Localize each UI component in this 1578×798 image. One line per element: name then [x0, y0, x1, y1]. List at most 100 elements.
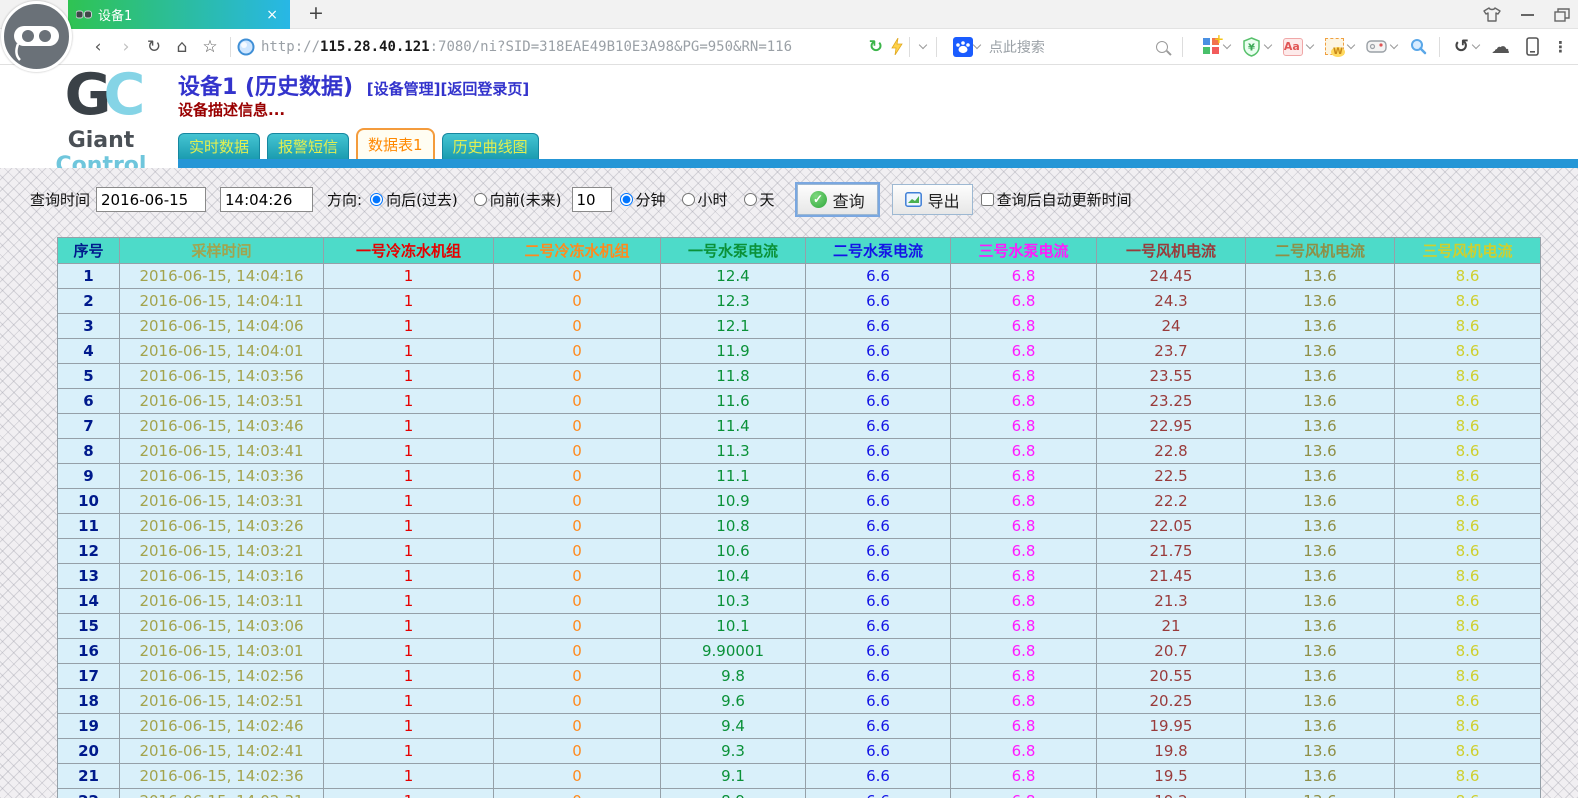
table-cell: 6.8	[951, 664, 1097, 689]
undo-icon[interactable]: ↺	[1454, 36, 1469, 57]
table-cell: 13.6	[1246, 614, 1395, 639]
restore-icon[interactable]	[1554, 8, 1570, 22]
table-cell: 2016-06-15, 14:02:46	[120, 714, 324, 739]
tab-realtime-data[interactable]: 实时数据	[178, 133, 260, 159]
query-date-input[interactable]	[96, 187, 206, 212]
table-row: 152016-06-15, 14:03:061010.16.66.82113.6…	[58, 614, 1541, 639]
magnifier-extension-icon[interactable]	[1409, 38, 1427, 56]
table-cell: 10.8	[661, 514, 806, 539]
table-cell: 6.6	[806, 689, 951, 714]
tab-alarm-sms[interactable]: 报警短信	[267, 133, 349, 159]
cloud-sync-icon[interactable]: ☁	[1491, 36, 1510, 58]
browser-mask-avatar[interactable]	[1, 1, 72, 72]
table-cell: 2016-06-15, 14:03:36	[120, 464, 324, 489]
search-icon[interactable]	[1156, 41, 1168, 53]
reload-icon[interactable]: ↻	[140, 37, 168, 57]
direction-label: 方向:	[327, 189, 362, 210]
auto-update-checkbox[interactable]	[981, 193, 994, 206]
unit-minute-label[interactable]: 分钟	[636, 189, 666, 210]
table-cell: 13.6	[1246, 564, 1395, 589]
table-cell: 6.6	[806, 289, 951, 314]
shield-extension-icon[interactable]: ¥	[1242, 37, 1261, 57]
gamepad-extension-icon[interactable]	[1366, 39, 1387, 54]
menu-dots-icon[interactable]: ⋮	[1553, 38, 1568, 56]
table-cell: 19.8	[1097, 739, 1246, 764]
check-circle-icon: ✓	[810, 191, 827, 208]
table-cell: 2016-06-15, 14:03:06	[120, 614, 324, 639]
table-cell: 0	[494, 364, 661, 389]
page-speed-icon[interactable]: ↻	[869, 37, 883, 57]
back-icon[interactable]: ‹	[84, 37, 112, 57]
paw-search-engine-icon[interactable]	[953, 37, 973, 57]
tab-close-icon[interactable]: ×	[262, 7, 282, 23]
chevron-down-icon[interactable]	[1264, 41, 1272, 49]
direction-back-radio[interactable]	[370, 193, 383, 206]
table-cell: 13.6	[1246, 589, 1395, 614]
forward-icon[interactable]: ›	[112, 37, 140, 57]
table-cell: 6.8	[951, 639, 1097, 664]
chevron-down-icon[interactable]	[1223, 41, 1231, 49]
coupon-extension-icon[interactable]	[1325, 38, 1344, 55]
chevron-down-icon[interactable]	[973, 41, 981, 49]
table-cell: 24	[1097, 314, 1246, 339]
url-scheme: http://	[261, 39, 320, 55]
unit-day-radio[interactable]	[744, 193, 757, 206]
table-cell: 2016-06-15, 14:02:41	[120, 739, 324, 764]
tab-history-curve[interactable]: 历史曲线图	[442, 133, 539, 159]
table-cell: 0	[494, 289, 661, 314]
phone-icon[interactable]	[1526, 37, 1539, 56]
table-cell: 8.6	[1395, 414, 1541, 439]
direction-back-label[interactable]: 向后(过去)	[386, 189, 458, 210]
unit-minute-radio[interactable]	[620, 193, 633, 206]
divider	[1439, 37, 1440, 57]
table-row: 182016-06-15, 14:02:51109.66.66.820.2513…	[58, 689, 1541, 714]
bookmark-star-icon[interactable]: ☆	[196, 37, 224, 57]
new-tab-button[interactable]: +	[303, 2, 329, 24]
address-bar[interactable]: http://115.28.40.121:7080/ni?SID=318EAE4…	[261, 39, 792, 55]
table-cell: 2016-06-15, 14:03:41	[120, 439, 324, 464]
unit-day-label[interactable]: 天	[760, 189, 775, 210]
table-cell: 8.6	[1395, 614, 1541, 639]
table-cell: 13.6	[1246, 339, 1395, 364]
skin-shirt-icon[interactable]	[1483, 7, 1501, 22]
chevron-down-icon[interactable]	[1390, 41, 1398, 49]
table-cell: 0	[494, 614, 661, 639]
tab-data-table-1[interactable]: 数据表1	[356, 128, 435, 159]
table-cell: 23.55	[1097, 364, 1246, 389]
query-time-input[interactable]	[220, 187, 313, 212]
back-to-login-link[interactable]: [返回登录页]	[440, 80, 529, 98]
amount-input[interactable]	[572, 187, 612, 212]
auto-update-label[interactable]: 查询后自动更新时间	[997, 189, 1132, 210]
table-cell: 11.9	[661, 339, 806, 364]
export-button[interactable]: 导出	[892, 184, 973, 215]
minimize-icon[interactable]	[1521, 14, 1534, 16]
table-cell: 21.45	[1097, 564, 1246, 589]
table-cell: 9.3	[661, 739, 806, 764]
table-cell: 2016-06-15, 14:03:16	[120, 564, 324, 589]
direction-forward-label[interactable]: 向前(未来)	[490, 189, 562, 210]
table-cell: 2016-06-15, 14:04:06	[120, 314, 324, 339]
tab-underline-bar	[178, 159, 1578, 168]
table-cell: 10.3	[661, 589, 806, 614]
chevron-down-icon[interactable]	[1306, 41, 1314, 49]
query-button[interactable]: ✓ 查询	[797, 184, 878, 215]
browser-tab[interactable]: 设备1 ×	[68, 0, 290, 29]
unit-hour-radio[interactable]	[682, 193, 695, 206]
unit-hour-label[interactable]: 小时	[698, 189, 728, 210]
ad-block-extension-icon[interactable]: Aa	[1283, 38, 1303, 56]
table-cell: 22.8	[1097, 439, 1246, 464]
column-header: 三号水泵电流	[951, 238, 1097, 264]
direction-forward-radio[interactable]	[474, 193, 487, 206]
lightning-icon[interactable]	[891, 38, 903, 55]
chevron-down-icon[interactable]	[1347, 41, 1355, 49]
device-manage-link[interactable]: [设备管理]	[367, 80, 441, 98]
table-cell: 2016-06-15, 14:03:31	[120, 489, 324, 514]
table-cell: 8.6	[1395, 639, 1541, 664]
chevron-down-icon[interactable]	[919, 41, 927, 49]
chevron-down-icon[interactable]	[1472, 41, 1480, 49]
home-icon[interactable]: ⌂	[168, 37, 196, 57]
giant-control-logo: GC Giant Control	[26, 67, 176, 178]
table-cell: 9.8	[661, 664, 806, 689]
apps-grid-icon[interactable]: +	[1203, 38, 1220, 55]
browser-search-box[interactable]: 点此搜索	[953, 37, 1168, 57]
